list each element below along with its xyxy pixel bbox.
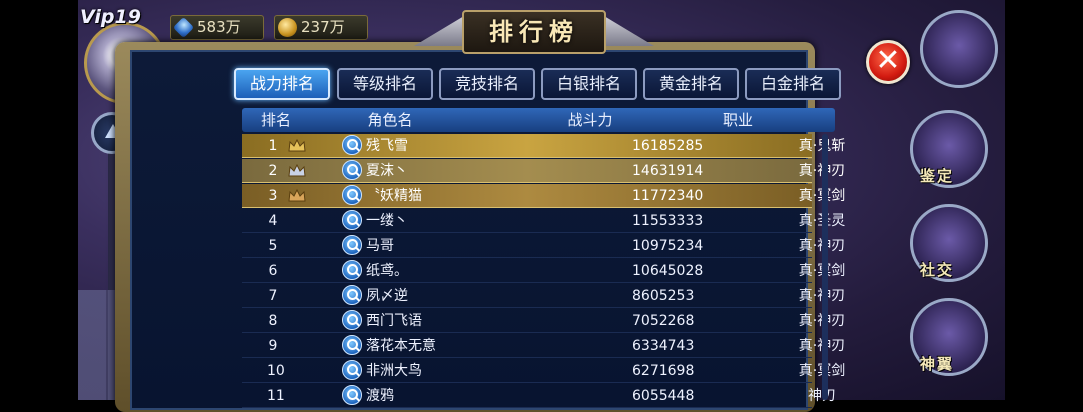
header-power: 战斗力	[567, 111, 613, 129]
inspect-icon[interactable]	[342, 185, 362, 205]
player-name-cell: 残飞雪	[366, 138, 408, 154]
rank-cell: 4	[268, 213, 278, 229]
rank-cell: 11	[267, 388, 285, 404]
table-row[interactable]: 4一缕丶11553333真·圣灵	[242, 209, 845, 233]
player-name-cell: 落花本无意	[366, 338, 436, 354]
player-name-cell: 一缕丶	[366, 213, 408, 229]
tab-gold-ranking[interactable]: 黄金排名	[643, 68, 739, 100]
table-row[interactable]: 7夙〆逆8605253真·神刃	[242, 284, 845, 308]
tab-arena-ranking[interactable]: 竞技排名	[439, 68, 535, 100]
power-cell: 14631914	[632, 163, 704, 179]
inspect-icon[interactable]	[342, 310, 362, 330]
inspect-icon[interactable]	[342, 235, 362, 255]
table-row[interactable]: 11渡鸦6055448神刃	[242, 384, 836, 408]
tab-level-ranking[interactable]: 等级排名	[337, 68, 433, 100]
rank-cell: 3	[268, 188, 278, 204]
player-name-cell: 〝妖精猫	[366, 188, 422, 204]
table-row[interactable]: 3〝妖精猫11772340真·冥剑	[242, 184, 845, 208]
gold-amount: 237万	[301, 18, 345, 36]
rank-cell: 5	[268, 238, 278, 254]
table-row[interactable]: 9落花本无意6334743真·神刃	[242, 334, 845, 358]
rank-cell: 2	[268, 163, 278, 179]
player-name-cell: 马哥	[366, 238, 394, 254]
power-cell: 11553333	[632, 213, 704, 229]
crown-icon	[288, 189, 306, 202]
map-button[interactable]	[920, 10, 998, 88]
inspect-icon[interactable]	[342, 385, 362, 405]
power-cell: 8605253	[632, 288, 695, 304]
tab-power-ranking[interactable]: 战力排名	[234, 68, 330, 100]
power-cell: 6271698	[632, 363, 695, 379]
table-row[interactable]: 6纸鸢。10645028真·冥剑	[242, 259, 845, 283]
social-label: 社交	[920, 261, 955, 279]
tab-silver-ranking[interactable]: 白银排名	[541, 68, 637, 100]
coin-icon	[278, 18, 297, 37]
power-cell: 16185285	[632, 138, 704, 154]
power-cell: 10645028	[632, 263, 704, 279]
close-button[interactable]: ✕	[866, 40, 910, 84]
table-row[interactable]: 10非洲大鸟6271698真·冥剑	[242, 359, 845, 383]
player-name-cell: 渡鸦	[366, 388, 394, 404]
power-cell: 6055448	[632, 388, 695, 404]
player-name-cell: 非洲大鸟	[366, 363, 422, 379]
power-cell: 10975234	[632, 238, 704, 254]
table-row[interactable]: 2夏沫丶14631914真·神刃	[242, 159, 845, 183]
inspect-icon[interactable]	[342, 285, 362, 305]
inspect-icon[interactable]	[342, 160, 362, 180]
player-name-cell: 西门飞语	[366, 313, 422, 329]
rank-cell: 9	[268, 338, 278, 354]
power-cell: 7052268	[632, 313, 695, 329]
table-row[interactable]: 1残飞雪16185285真·鬼斩	[242, 134, 845, 158]
inspect-icon[interactable]	[342, 210, 362, 230]
table-scrollbar[interactable]	[822, 134, 828, 400]
header-name: 角色名	[367, 111, 413, 129]
rank-cell: 6	[268, 263, 278, 279]
crown-icon	[288, 164, 306, 177]
rank-cell: 8	[268, 313, 278, 329]
player-name-cell: 夙〆逆	[366, 288, 408, 304]
inspect-icon[interactable]	[342, 360, 362, 380]
vip-level: Vip19	[80, 6, 141, 28]
table-header: 排名 角色名 战斗力 职业	[242, 108, 835, 132]
power-cell: 11772340	[632, 188, 704, 204]
gem-counter: 583万	[170, 15, 264, 40]
table-row[interactable]: 8西门飞语7052268真·神刃	[242, 309, 845, 333]
rank-cell: 7	[268, 288, 278, 304]
inspect-icon[interactable]	[342, 135, 362, 155]
close-icon: ✕	[875, 43, 901, 78]
player-name-cell: 夏沫丶	[366, 163, 408, 179]
inspect-icon[interactable]	[342, 335, 362, 355]
rank-cell: 1	[268, 138, 278, 154]
tab-platinum-ranking[interactable]: 白金排名	[745, 68, 841, 100]
crown-icon	[288, 139, 306, 152]
gem-amount: 583万	[197, 18, 241, 36]
player-name-cell: 纸鸢。	[366, 263, 408, 279]
gem-icon	[172, 16, 195, 39]
gold-counter: 237万	[274, 15, 368, 40]
appraise-label: 鉴定	[920, 167, 955, 185]
header-rank: 排名	[260, 111, 291, 129]
header-job: 职业	[722, 111, 753, 129]
rank-cell: 10	[267, 363, 285, 379]
power-cell: 6334743	[632, 338, 695, 354]
table-row[interactable]: 5马哥10975234真·神刃	[242, 234, 845, 258]
inspect-icon[interactable]	[342, 260, 362, 280]
panel-title: 排行榜	[462, 10, 606, 54]
wings-label: 神翼	[920, 355, 955, 373]
